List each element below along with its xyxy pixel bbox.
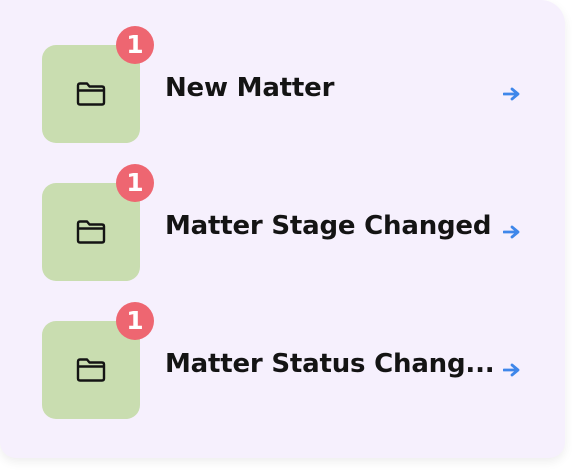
count-badge: 1	[116, 302, 154, 340]
list-item-new-matter[interactable]: 1 New Matter	[42, 26, 532, 143]
arrow-right-icon[interactable]	[503, 87, 521, 101]
folder-icon	[76, 358, 106, 382]
item-title: Matter Stage Changed	[165, 211, 492, 241]
count-badge: 1	[116, 164, 154, 202]
arrow-right-icon[interactable]	[503, 363, 521, 377]
item-title: Matter Status Chang...	[165, 349, 495, 379]
trigger-list-card: 1 New Matter 1 Matter Stage Changed 1 Ma…	[0, 0, 565, 458]
folder-icon	[76, 220, 106, 244]
item-title: New Matter	[165, 73, 335, 103]
list-item-matter-status-changed[interactable]: 1 Matter Status Chang...	[42, 302, 532, 419]
arrow-right-icon[interactable]	[503, 225, 521, 239]
folder-icon	[76, 82, 106, 106]
list-item-matter-stage-changed[interactable]: 1 Matter Stage Changed	[42, 164, 532, 281]
count-badge: 1	[116, 26, 154, 64]
